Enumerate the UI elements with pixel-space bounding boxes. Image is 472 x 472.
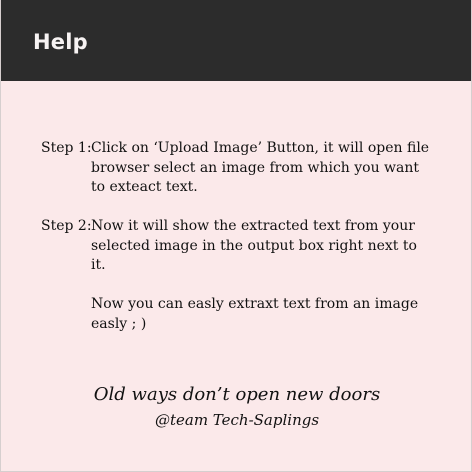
step-1-label: Step 1: (41, 140, 92, 156)
footer-quote-block: Old ways don’t open new doors @team Tech… (1, 384, 471, 430)
step-1-instruction: Click on ‘Upload Image’ Button, it will … (91, 140, 430, 195)
step-2-body: Now it will show the extracted text from… (91, 217, 431, 334)
help-title: Help (33, 30, 88, 54)
step-2: Step 2: Now it will show the extracted t… (41, 217, 441, 334)
help-panel: Help Step 1: Click on ‘Upload Image’ But… (0, 0, 472, 472)
step-1: Step 1: Click on ‘Upload Image’ Button, … (41, 139, 441, 198)
team-signature: @team Tech-Saplings (154, 411, 320, 429)
help-header: Help (1, 0, 471, 81)
help-content: Step 1: Click on ‘Upload Image’ Button, … (1, 81, 471, 471)
step-2-instruction: Now it will show the extracted text from… (91, 218, 417, 273)
step-2-note: Now you can easly extraxt text from an i… (91, 296, 419, 332)
step-1-body: Click on ‘Upload Image’ Button, it will … (91, 139, 431, 198)
step-2-label: Step 2: (41, 218, 92, 234)
quote-text: Old ways don’t open new doors (93, 384, 381, 405)
